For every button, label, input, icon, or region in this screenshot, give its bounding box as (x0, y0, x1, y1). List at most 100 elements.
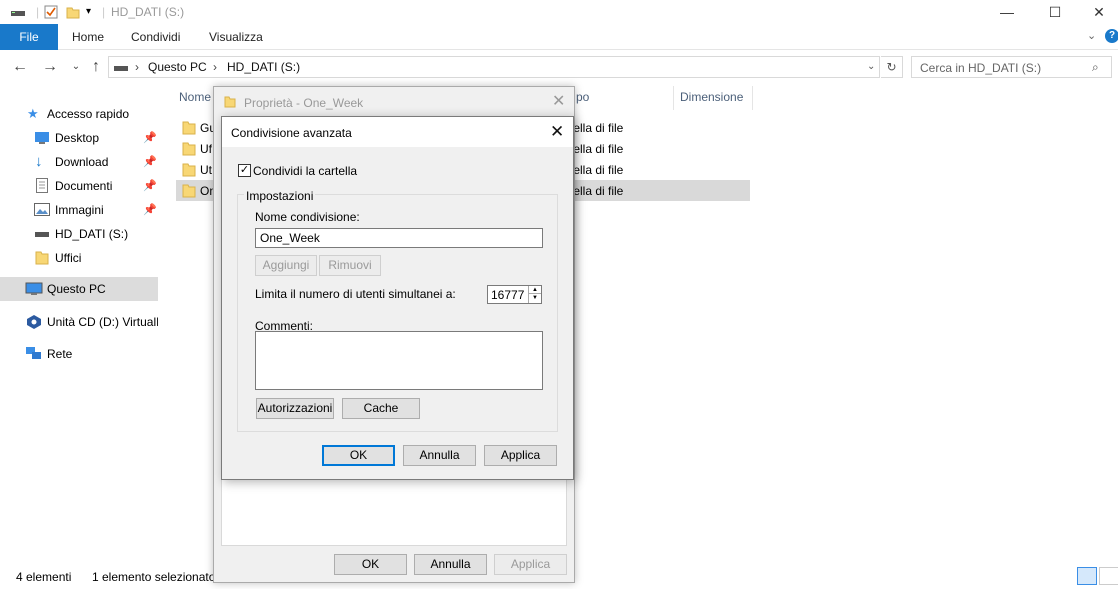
pin-icon: 📌 (143, 156, 157, 168)
address-bar[interactable]: › Questo PC › HD_DATI (S:) ⌄ (108, 56, 880, 78)
document-icon (36, 178, 48, 196)
properties-close-icon[interactable]: ✕ (552, 91, 565, 111)
ribbon: File Home Condividi Visualizza ⌄ ? (0, 24, 1118, 50)
refresh-icon[interactable]: ↻ (881, 56, 903, 78)
search-input[interactable]: Cerca in HD_DATI (S:) (920, 61, 1041, 75)
column-header-name[interactable]: Nome (179, 90, 211, 110)
column-divider[interactable] (752, 86, 753, 110)
nav-this-pc[interactable]: Questo PC (0, 277, 158, 301)
pin-icon: 📌 (143, 180, 157, 192)
user-limit-stepper[interactable]: 16777 ▲ ▼ (487, 285, 542, 304)
settings-group-label: Impostazioni (244, 189, 316, 203)
quick-access-dropdown-icon[interactable]: ▾ (86, 6, 91, 17)
folder-icon (182, 183, 196, 201)
nav-quick-access[interactable]: ★ Accesso rapido (0, 102, 158, 126)
computer-icon (25, 282, 43, 299)
nav-desktop[interactable]: Desktop 📌 (0, 126, 158, 150)
breadcrumb-drive[interactable]: HD_DATI (S:) (227, 60, 300, 74)
download-arrow-icon: ↓ (35, 153, 43, 170)
pin-icon: 📌 (143, 132, 157, 144)
search-box[interactable]: Cerca in HD_DATI (S:) ⌕ (911, 56, 1112, 78)
nav-downloads[interactable]: ↓ Download 📌 (0, 150, 158, 174)
nav-network[interactable]: Rete (0, 342, 158, 366)
desktop-icon (34, 131, 50, 148)
nav-drive-hd-dati[interactable]: HD_DATI (S:) (0, 222, 158, 246)
tab-home[interactable]: Home (72, 24, 104, 50)
drive-icon[interactable] (10, 5, 26, 22)
permissions-button[interactable]: Autorizzazioni (256, 398, 334, 419)
navigation-bar: ← → ⌄ ↑ › Questo PC › HD_DATI (S:) ⌄ ↻ C… (0, 53, 1118, 81)
ribbon-expand-icon[interactable]: ⌄ (1087, 29, 1096, 42)
drive-icon (113, 61, 129, 76)
column-header-size[interactable]: Dimensione (680, 90, 743, 110)
nav-uffici[interactable]: Uffici (0, 246, 158, 270)
nav-pictures[interactable]: Immagini 📌 (0, 198, 158, 222)
breadcrumb-this-pc[interactable]: Questo PC (148, 60, 207, 74)
folder-icon (182, 162, 196, 180)
recent-locations-chevron-icon[interactable]: ⌄ (66, 57, 86, 77)
folder-icon (182, 141, 196, 159)
breadcrumb-separator[interactable]: › (135, 60, 139, 74)
remove-share-button[interactable]: Rimuovi (319, 255, 381, 276)
title-bar: | ▾ | HD_DATI (S:) — ☐ ✕ (0, 0, 1118, 24)
folder-icon (182, 120, 196, 138)
advanced-sharing-dialog: Condivisione avanzata ✕ ✓ Condividi la c… (221, 116, 574, 480)
column-header-type[interactable]: po (576, 90, 589, 110)
dialog-close-icon[interactable]: ✕ (550, 122, 564, 142)
star-icon: ★ (27, 106, 39, 121)
ok-button[interactable]: OK (322, 445, 395, 466)
apply-button[interactable]: Applica (484, 445, 557, 466)
folder-icon (224, 95, 236, 111)
network-icon (25, 346, 43, 364)
selection-count: 1 elemento selezionato (92, 570, 216, 584)
advanced-sharing-title: Condivisione avanzata (231, 126, 352, 140)
user-limit-value: 16777 (491, 288, 525, 302)
cache-button[interactable]: Cache (342, 398, 420, 419)
details-view-icon[interactable] (1077, 567, 1097, 585)
large-icons-view-icon[interactable] (1099, 567, 1118, 585)
properties-cancel-button[interactable]: Annulla (414, 554, 487, 575)
back-arrow-icon[interactable]: ← (10, 57, 30, 77)
address-dropdown-icon[interactable]: ⌄ (867, 61, 875, 72)
item-count: 4 elementi (16, 570, 72, 584)
share-name-field[interactable]: One_Week (255, 228, 543, 248)
drive-icon (34, 228, 50, 242)
tab-share[interactable]: Condividi (131, 24, 180, 50)
tab-file[interactable]: File (0, 24, 58, 50)
share-folder-label: Condividi la cartella (253, 164, 358, 178)
navigation-pane: ★ Accesso rapido Desktop 📌 ↓ Download 📌 … (0, 94, 160, 564)
new-folder-icon[interactable] (66, 5, 80, 22)
pin-icon: 📌 (143, 204, 157, 216)
close-button[interactable]: ✕ (1076, 0, 1118, 24)
nav-documents[interactable]: Documenti 📌 (0, 174, 158, 198)
toolbar-separator: | (102, 5, 106, 19)
stepper-down-icon[interactable]: ▼ (528, 294, 541, 303)
dialog-title-bar: Condivisione avanzata ✕ (222, 117, 573, 147)
comments-textarea[interactable] (255, 331, 543, 390)
file-name: Uf (200, 142, 212, 156)
column-divider[interactable] (673, 86, 674, 110)
toolbar-separator: | (36, 5, 40, 19)
cd-drive-icon (26, 314, 42, 333)
help-icon[interactable]: ? (1105, 29, 1118, 43)
search-icon[interactable]: ⌕ (1092, 60, 1099, 75)
forward-arrow-icon[interactable]: → (40, 57, 60, 77)
user-limit-label: Limita il numero di utenti simultanei a: (255, 287, 456, 301)
tab-view[interactable]: Visualizza (209, 24, 263, 50)
maximize-button[interactable]: ☐ (1032, 0, 1078, 24)
add-share-button[interactable]: Aggiungi (255, 255, 317, 276)
properties-apply-button[interactable]: Applica (494, 554, 567, 575)
window-title: HD_DATI (S:) (111, 5, 185, 19)
stepper-up-icon[interactable]: ▲ (528, 286, 541, 294)
share-folder-checkbox[interactable]: ✓ (238, 164, 251, 177)
nav-cd-drive[interactable]: Unità CD (D:) VirtualB (0, 310, 158, 334)
properties-ok-button[interactable]: OK (334, 554, 407, 575)
up-arrow-icon[interactable]: ↑ (86, 57, 106, 77)
pictures-icon (34, 203, 50, 219)
breadcrumb-separator[interactable]: › (213, 60, 217, 74)
cancel-button[interactable]: Annulla (403, 445, 476, 466)
properties-check-icon[interactable] (44, 5, 58, 22)
properties-dialog-title: Proprietà - One_Week (244, 96, 364, 110)
share-name-label: Nome condivisione: (255, 210, 360, 224)
minimize-button[interactable]: — (984, 0, 1030, 24)
